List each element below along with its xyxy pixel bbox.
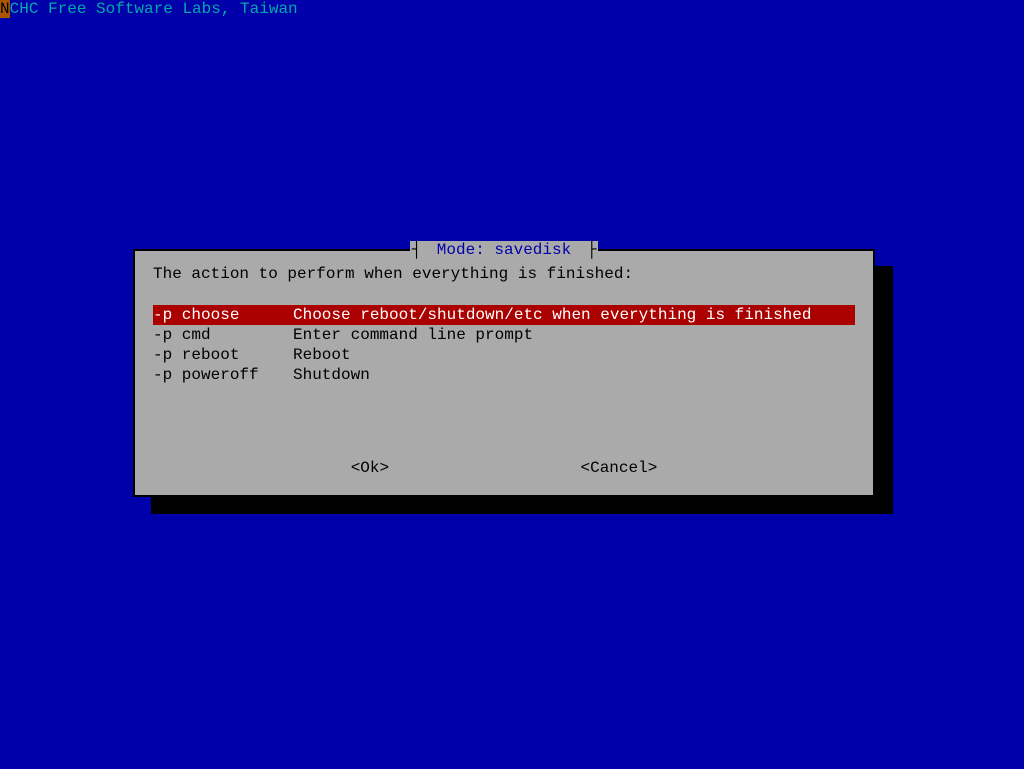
dialog-prompt: The action to perform when everything is… xyxy=(153,265,855,283)
title-bracket-right: ├ xyxy=(585,241,599,259)
menu-item-option: -p reboot xyxy=(153,345,293,365)
menu-item-description: Choose reboot/shutdown/etc when everythi… xyxy=(293,305,855,325)
cancel-button[interactable]: <Cancel> xyxy=(580,459,657,477)
mode-dialog: ┤ Mode: savedisk ├ The action to perform… xyxy=(133,249,875,497)
menu-item-option: -p cmd xyxy=(153,325,293,345)
menu-item-description: Reboot xyxy=(293,345,855,365)
menu-list[interactable]: -p chooseChoose reboot/shutdown/etc when… xyxy=(153,305,855,385)
menu-item--p-choose[interactable]: -p chooseChoose reboot/shutdown/etc when… xyxy=(153,305,855,325)
header-text: NCHC Free Software Labs, Taiwan xyxy=(0,0,1024,18)
menu-item-option: -p choose xyxy=(153,305,293,325)
menu-item-description: Enter command line prompt xyxy=(293,325,855,345)
menu-item-description: Shutdown xyxy=(293,365,855,385)
menu-item--p-poweroff[interactable]: -p poweroffShutdown xyxy=(153,365,855,385)
dialog-buttons: <Ok> <Cancel> xyxy=(135,459,873,477)
ok-button[interactable]: <Ok> xyxy=(351,459,389,477)
title-bracket-left: ┤ xyxy=(410,241,424,259)
menu-item--p-reboot[interactable]: -p rebootReboot xyxy=(153,345,855,365)
header-rest: CHC Free Software Labs, Taiwan xyxy=(10,0,298,18)
menu-item--p-cmd[interactable]: -p cmdEnter command line prompt xyxy=(153,325,855,345)
dialog-title-wrap: ┤ Mode: savedisk ├ xyxy=(135,241,873,259)
dialog-content: The action to perform when everything is… xyxy=(135,251,873,399)
menu-item-option: -p poweroff xyxy=(153,365,293,385)
header-first-char: N xyxy=(0,0,10,18)
dialog-title: Mode: savedisk xyxy=(423,241,585,259)
